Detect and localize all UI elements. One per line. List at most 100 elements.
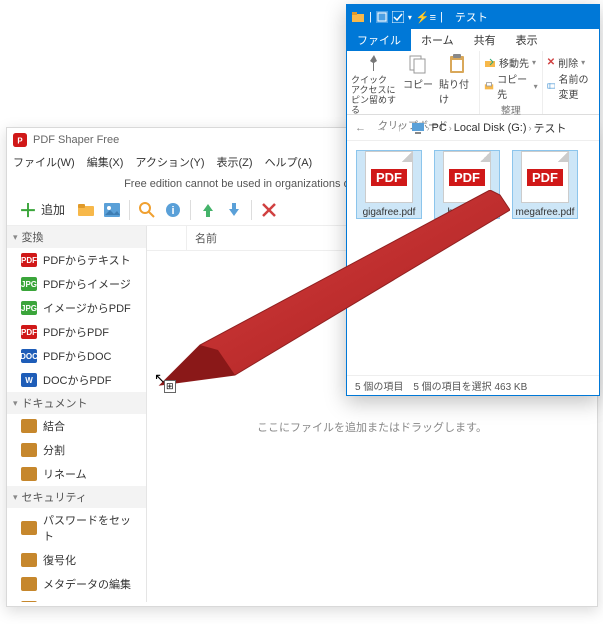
explorer-titlebar[interactable]: | ▾ ⚡≡ | テスト [347, 5, 599, 29]
tab-file[interactable]: ファイル [347, 29, 411, 51]
copy-to-button[interactable]: コピー先▾ [484, 71, 538, 101]
drop-hint: ここにファイルを追加またはドラッグします。 [257, 419, 487, 435]
qat-dropdown[interactable]: ▾ [408, 13, 412, 22]
sidebar-item[interactable]: 署名の追加 [7, 596, 146, 602]
menu-file[interactable]: ファイル(W) [13, 154, 75, 170]
file-name: hoge.pdf [448, 207, 487, 218]
nav-back-icon[interactable]: ← [353, 122, 368, 134]
status-selected: 5 個の項目を選択 463 KB [413, 378, 527, 393]
sidebar-item-icon: DOC [21, 349, 37, 363]
delete-icon[interactable] [260, 201, 278, 219]
file-item[interactable]: PDF gigafree.pdf [357, 151, 421, 218]
file-pane[interactable]: PDF gigafree.pdf PDF hoge.pdf PDF megafree.pd… [347, 141, 599, 228]
pdf-file-icon: PDF [443, 151, 491, 203]
add-button-label: 追加 [41, 201, 65, 218]
copy-button[interactable]: コピー [403, 53, 433, 91]
sidebar-item-label: メタデータの編集 [43, 576, 131, 592]
paste-icon [446, 53, 468, 75]
pdf-file-icon: PDF [521, 151, 569, 203]
crumb-folder[interactable]: テスト [534, 120, 567, 136]
sidebar-item-label: イメージからPDF [43, 300, 131, 316]
svg-text:P: P [17, 137, 22, 146]
sidebar-item[interactable]: パスワードをセット [7, 508, 146, 548]
status-count: 5 個の項目 [355, 378, 403, 393]
add-button[interactable]: ＋追加 [15, 195, 69, 225]
qat-sep2: | [440, 11, 443, 23]
sidebar-group-header[interactable]: ▾セキュリティ [7, 486, 146, 508]
sidebar-item-icon: PDF [21, 325, 37, 339]
sidebar-item-icon: JPG [21, 277, 37, 291]
folder-icon[interactable] [77, 201, 95, 219]
copy-icon [407, 53, 429, 75]
file-name: megafree.pdf [516, 207, 575, 218]
sidebar-item-icon [21, 467, 37, 481]
sidebar-item-label: 署名の追加 [43, 600, 98, 602]
sidebar-item-icon [21, 419, 37, 433]
nav-up-icon[interactable]: ↑ [395, 122, 405, 134]
sidebar-item-icon [21, 521, 37, 535]
tab-home[interactable]: ホーム [411, 29, 464, 51]
sidebar-item[interactable]: 結合 [7, 414, 146, 438]
image-icon[interactable] [103, 201, 121, 219]
pin-quick-access-button[interactable]: クイック アクセスにピン留めする [351, 53, 397, 116]
sidebar-group-header[interactable]: ▾ドキュメント [7, 392, 146, 414]
menu-help[interactable]: ヘルプ(A) [265, 154, 313, 170]
menu-edit[interactable]: 編集(X) [87, 154, 124, 170]
paste-button[interactable]: 貼り付け [439, 53, 475, 106]
sidebar-item[interactable]: DOCPDFからDOC [7, 344, 146, 368]
sidebar-item-label: PDFからPDF [43, 324, 109, 340]
sidebar[interactable]: ▾変換PDFPDFからテキストJPGPDFからイメージJPGイメージからPDFP… [7, 226, 147, 602]
menu-action[interactable]: アクション(Y) [135, 154, 204, 170]
chevron-down-icon: ▾ [13, 398, 18, 409]
properties-icon[interactable] [376, 11, 388, 23]
rename-icon [547, 80, 556, 92]
status-bar: 5 個の項目 5 個の項目を選択 463 KB [347, 375, 599, 395]
folder-icon[interactable] [351, 10, 365, 24]
sidebar-item[interactable]: 復号化 [7, 548, 146, 572]
file-item[interactable]: PDF hoge.pdf [435, 151, 499, 218]
info-icon[interactable]: i [164, 201, 182, 219]
search-icon[interactable] [138, 201, 156, 219]
ribbon-tabs: ファイル ホーム 共有 表示 [347, 29, 599, 51]
file-name: gigafree.pdf [363, 207, 416, 218]
pin-icon [363, 53, 385, 75]
crumb-pc[interactable]: PC [432, 122, 447, 134]
rename-button[interactable]: 名前の変更 [547, 71, 595, 101]
group-organize-label: 整理 [484, 101, 538, 117]
menu-view[interactable]: 表示(Z) [217, 154, 253, 170]
sidebar-item[interactable]: WDOCからPDF [7, 368, 146, 392]
crumb-disk[interactable]: Local Disk (G:) [454, 122, 527, 134]
arrow-up-icon[interactable] [199, 201, 217, 219]
qat-powershell-icon[interactable]: ⚡≡ [416, 11, 436, 24]
sidebar-item[interactable]: 分割 [7, 438, 146, 462]
delete-button[interactable]: ✕削除▾ [547, 55, 595, 70]
sidebar-item-label: 結合 [43, 418, 65, 434]
pdf-file-icon: PDF [365, 151, 413, 203]
nav-fwd-icon[interactable]: → [374, 122, 389, 134]
qat-sep: | [369, 11, 372, 23]
pc-icon [411, 121, 425, 135]
sidebar-group-header[interactable]: ▾変換 [7, 226, 146, 248]
copy-label: コピー [403, 76, 433, 91]
tab-share[interactable]: 共有 [464, 29, 506, 51]
file-item[interactable]: PDF megafree.pdf [513, 151, 577, 218]
sidebar-item[interactable]: リネーム [7, 462, 146, 486]
sidebar-item[interactable]: メタデータの編集 [7, 572, 146, 596]
sidebar-item[interactable]: PDFPDFからテキスト [7, 248, 146, 272]
move-to-button[interactable]: 移動先▾ [484, 55, 538, 70]
sidebar-item-label: PDFからイメージ [43, 276, 131, 292]
pin-label: クイック アクセスにピン留めする [351, 76, 397, 116]
svg-text:i: i [171, 205, 174, 217]
sidebar-item[interactable]: JPG PDFからイメージ [7, 272, 146, 296]
sidebar-item[interactable]: PDF PDFからPDF [7, 320, 146, 344]
copyto-icon [484, 80, 494, 92]
arrow-down-icon[interactable] [225, 201, 243, 219]
sidebar-item-label: 分割 [43, 442, 65, 458]
moveto-icon [484, 57, 496, 69]
sidebar-item-icon [21, 577, 37, 591]
tab-view[interactable]: 表示 [506, 29, 548, 51]
checkbox-icon[interactable] [392, 11, 404, 23]
sidebar-item[interactable]: JPGイメージからPDF [7, 296, 146, 320]
explorer-title: テスト [447, 5, 599, 29]
breadcrumb[interactable]: › PC › Local Disk (G:) › テスト [411, 120, 567, 136]
